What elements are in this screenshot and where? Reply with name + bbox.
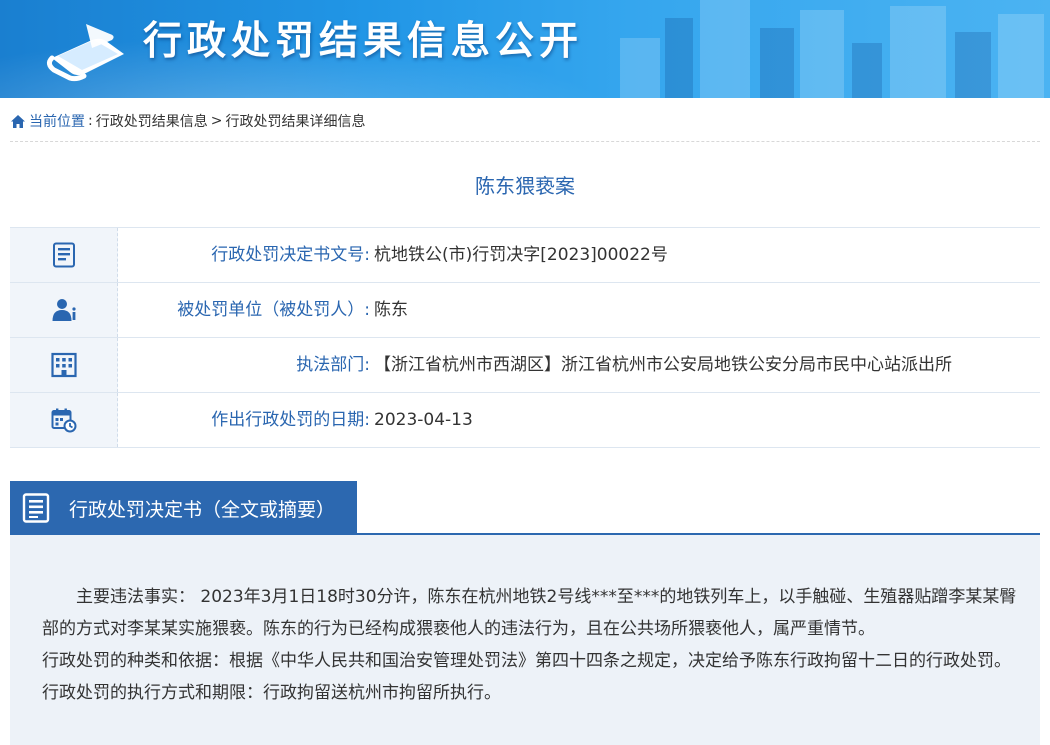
info-label: 行政处罚决定书文号:	[211, 245, 370, 265]
breadcrumb-separator: >	[210, 113, 223, 129]
banner-building	[620, 38, 660, 98]
info-value: 【浙江省杭州市西湖区】浙江省杭州市公安局地铁公安分局市民中心站派出所	[374, 355, 952, 375]
banner-building	[760, 28, 794, 98]
breadcrumb-item-detail: 行政处罚结果详细信息	[225, 114, 366, 130]
info-row-decision-date: 作出行政处罚的日期: 2023-04-13	[10, 393, 1040, 448]
info-label: 被处罚单位（被处罚人）:	[177, 300, 370, 320]
breadcrumb-colon: :	[88, 113, 93, 129]
decision-text: 主要违法事实： 2023年3月1日18时30分许，陈东在杭州地铁2号线***至*…	[10, 535, 1040, 745]
banner-building	[700, 0, 750, 98]
document-icon	[52, 242, 75, 268]
decision-paragraph-execution: 行政处罚的执行方式和期限：行政拘留送杭州市拘留所执行。	[42, 683, 501, 703]
info-value: 2023-04-13	[374, 410, 473, 430]
breadcrumb-divider	[10, 141, 1040, 142]
info-icon-cell	[10, 283, 118, 337]
breadcrumb-label: 当前位置	[29, 114, 85, 130]
info-icon-cell	[10, 393, 118, 447]
decision-paragraph-basis: 行政处罚的种类和依据：根据《中华人民共和国治安管理处罚法》第四十四条之规定，决定…	[42, 651, 1011, 671]
banner-building	[955, 32, 991, 98]
banner-building	[998, 14, 1044, 98]
book-icon	[46, 24, 124, 82]
info-value: 杭地铁公(市)行罚决字[2023]00022号	[374, 245, 668, 265]
site-title: 行政处罚结果信息公开	[143, 19, 584, 64]
banner-building	[800, 10, 844, 98]
calendar-icon	[51, 408, 76, 433]
breadcrumb-item-results[interactable]: 行政处罚结果信息	[96, 111, 208, 131]
info-icon-cell	[10, 338, 118, 392]
banner-building	[852, 43, 882, 98]
case-info-table: 行政处罚决定书文号: 杭地铁公(市)行罚决字[2023]00022号 被处罚单位…	[10, 227, 1040, 448]
info-row-decision-number: 行政处罚决定书文号: 杭地铁公(市)行罚决字[2023]00022号	[10, 228, 1040, 283]
breadcrumb: 当前位置 : 行政处罚结果信息 > 行政处罚结果详细信息	[10, 110, 365, 132]
section-title: 行政处罚决定书（全文或摘要）	[69, 498, 336, 521]
info-label: 作出行政处罚的日期:	[211, 410, 370, 430]
document-icon	[22, 493, 50, 523]
decision-section-header: 行政处罚决定书（全文或摘要）	[10, 481, 357, 535]
building-icon	[50, 352, 77, 378]
banner-building	[665, 18, 693, 98]
info-value: 陈东	[374, 300, 408, 320]
decision-paragraph-facts: 主要违法事实： 2023年3月1日18时30分许，陈东在杭州地铁2号线***至*…	[42, 587, 1017, 639]
home-icon	[11, 114, 25, 128]
person-icon	[52, 299, 76, 321]
info-icon-cell	[10, 228, 118, 282]
info-row-enforcement-dept: 执法部门: 【浙江省杭州市西湖区】浙江省杭州市公安局地铁公安分局市民中心站派出所	[10, 338, 1040, 393]
site-banner: 行政处罚结果信息公开	[0, 0, 1050, 98]
banner-building	[890, 6, 946, 98]
info-label: 执法部门:	[296, 355, 370, 375]
case-title: 陈东猥亵案	[475, 174, 575, 198]
info-row-penalized-party: 被处罚单位（被处罚人）: 陈东	[10, 283, 1040, 338]
